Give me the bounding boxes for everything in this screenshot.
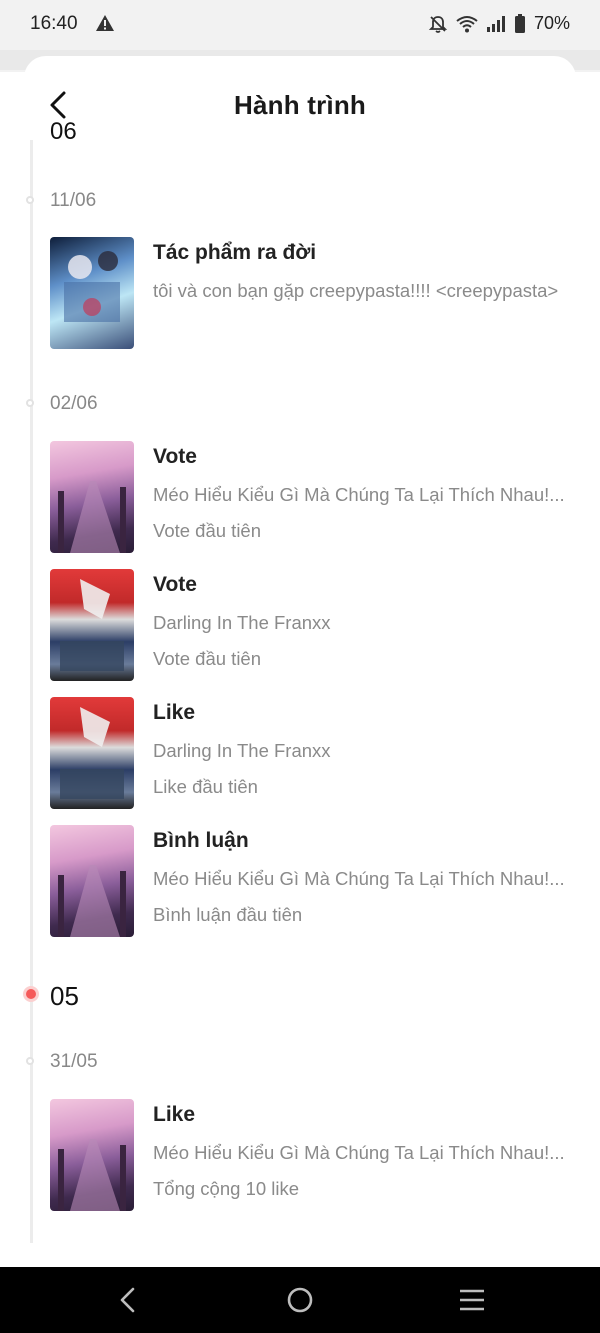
- timeline-line: [30, 140, 33, 1243]
- entry-story-name: Méo Hiểu Kiểu Gì Mà Chúng Ta Lại Thích N…: [153, 1142, 565, 1163]
- entry-story-name: Darling In The Franxx: [153, 612, 331, 633]
- status-bar: 16:40 70%: [0, 0, 600, 50]
- nav-menu-icon[interactable]: [458, 1286, 486, 1314]
- system-nav-bar: [0, 1267, 600, 1333]
- timeline-entry[interactable]: Vote Darling In The Franxx Vote đầu tiên: [50, 569, 580, 681]
- entry-story-name: Méo Hiểu Kiểu Gì Mà Chúng Ta Lại Thích N…: [153, 484, 565, 505]
- story-cover-image[interactable]: [50, 825, 134, 937]
- date-label: 31/05: [50, 1051, 98, 1072]
- story-cover-image[interactable]: [50, 237, 134, 349]
- story-cover-image[interactable]: [50, 1099, 134, 1211]
- entry-story-name: Darling In The Franxx: [153, 740, 331, 761]
- bell-off-icon: [428, 15, 448, 33]
- wifi-icon: [456, 15, 478, 32]
- nav-home-icon[interactable]: [286, 1286, 314, 1314]
- entry-title: Vote: [153, 573, 197, 596]
- entry-story-name: Méo Hiểu Kiểu Gì Mà Chúng Ta Lại Thích N…: [153, 868, 565, 889]
- app-header: Hành trình: [0, 70, 600, 140]
- entry-title: Like: [153, 1103, 196, 1126]
- timeline-date-dot: [26, 196, 34, 204]
- entry-story-name: tôi và con bạn gặp creepypasta!!!! <cree…: [153, 280, 559, 301]
- timeline-entry[interactable]: Bình luận Méo Hiểu Kiểu Gì Mà Chúng Ta L…: [50, 825, 580, 937]
- date-label: 11/06: [50, 190, 97, 211]
- timeline-entry[interactable]: Like Méo Hiểu Kiểu Gì Mà Chúng Ta Lại Th…: [50, 1099, 580, 1211]
- month-label: 05: [50, 981, 79, 1011]
- warning-icon: [96, 15, 114, 31]
- page-title: Hành trình: [234, 90, 366, 120]
- timeline-month-dot: [26, 989, 36, 999]
- status-time: 16:40: [30, 13, 78, 34]
- entry-title: Like: [153, 701, 196, 724]
- nav-back-icon[interactable]: [116, 1286, 140, 1314]
- entry-detail: Like đầu tiên: [153, 776, 258, 797]
- story-cover-image[interactable]: [50, 697, 134, 809]
- timeline-entry[interactable]: Vote Méo Hiểu Kiểu Gì Mà Chúng Ta Lại Th…: [50, 441, 580, 553]
- entry-detail: Vote đầu tiên: [153, 648, 262, 669]
- entry-detail: Bình luận đầu tiên: [153, 904, 303, 925]
- entry-detail: Vote đầu tiên: [153, 520, 262, 541]
- timeline-entry[interactable]: Tác phẩm ra đời tôi và con bạn gặp creep…: [50, 237, 580, 349]
- timeline-entry[interactable]: Like Darling In The Franxx Like đầu tiên: [50, 697, 580, 809]
- timeline-date-dot: [26, 399, 34, 407]
- month-label-clipped: 06: [50, 118, 77, 140]
- signal-icon: [486, 15, 505, 32]
- battery-percent: 70%: [533, 13, 570, 33]
- entry-title: Vote: [153, 445, 197, 468]
- story-cover-image[interactable]: [50, 441, 134, 553]
- date-label: 02/06: [50, 393, 98, 414]
- entry-detail: Tổng cộng 10 like: [153, 1178, 300, 1199]
- status-icons: 70%: [428, 13, 570, 34]
- battery-icon: [514, 13, 525, 33]
- entry-title: Tác phẩm ra đời: [153, 241, 317, 264]
- timeline-date-dot: [26, 1057, 34, 1065]
- story-cover-image[interactable]: [50, 569, 134, 681]
- entry-title: Bình luận: [153, 829, 249, 852]
